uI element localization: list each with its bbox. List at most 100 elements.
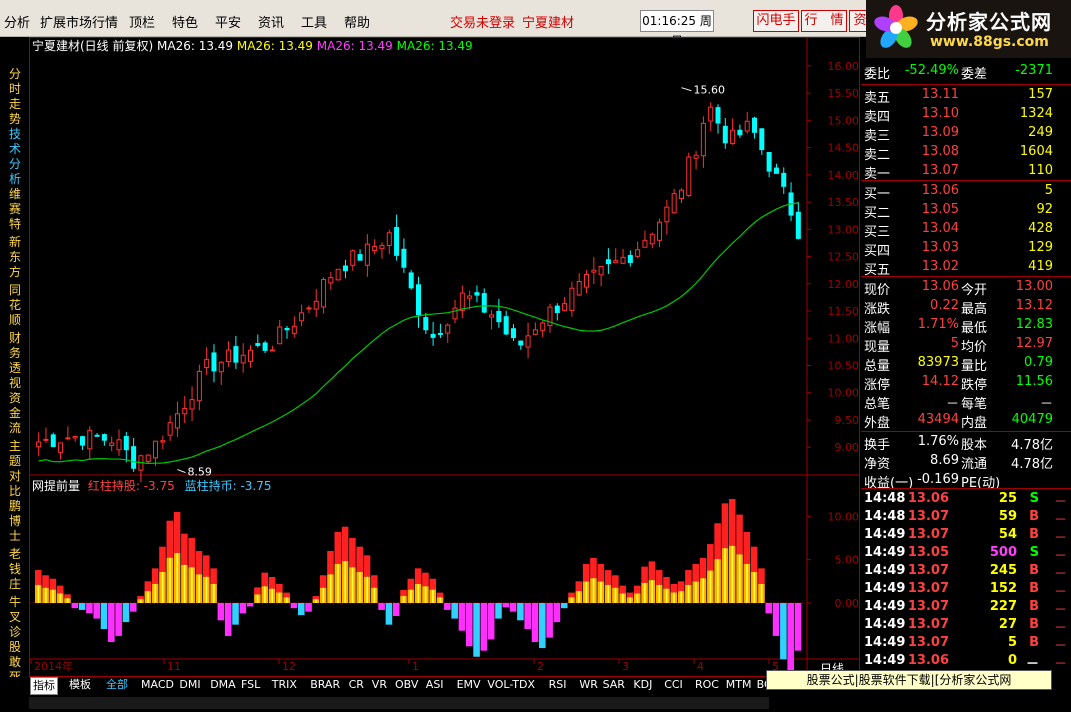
menu-pingan[interactable]: 平安	[215, 12, 241, 31]
candlestick	[693, 154, 699, 159]
indicator-tab-wr[interactable]: WR	[579, 677, 598, 693]
tick-price: 13.07	[907, 635, 949, 650]
candlestick	[233, 346, 239, 363]
tab-xindongfang[interactable]: 新东方	[4, 235, 26, 280]
indicator-bar-highlight	[753, 572, 756, 603]
tick-row: 14:49 13.05 500 S －	[861, 545, 1069, 564]
candlestick	[620, 256, 626, 264]
indicator-tab-macd[interactable]: MACD	[141, 677, 174, 693]
stat-row: 现价 13.06 今开 13.00	[861, 279, 1069, 298]
fund-value: -0.169	[917, 472, 959, 487]
indicator-bar-negative	[378, 603, 385, 610]
tab-niucha[interactable]: 牛叉诊股	[4, 595, 26, 655]
menu-topbar[interactable]: 顶栏	[129, 12, 155, 31]
price-tick-label: 12.00	[828, 278, 860, 291]
buy-row: 买二 13.05 92	[861, 202, 1069, 221]
indicator-tab-rsi[interactable]: RSI	[549, 677, 567, 693]
indicator-tab-brar[interactable]: BRAR	[310, 677, 340, 693]
chart-canvas[interactable]: 16.0015.5015.0014.5014.0013.5013.0012.50…	[29, 37, 860, 677]
stat-value: 0.79	[1024, 355, 1053, 370]
indicator-tab-dmi[interactable]: DMI	[179, 677, 200, 693]
menu-tools[interactable]: 工具	[301, 12, 327, 31]
tab-theme-compare[interactable]: 主题对比	[4, 439, 26, 499]
menu-ext-market[interactable]: 扩展市场行情	[40, 12, 118, 31]
tab-finance[interactable]: 财务透视	[4, 331, 26, 391]
indicator-bar-negative	[71, 603, 79, 609]
indicator-bar-red	[648, 561, 656, 581]
chart-area[interactable]: 16.00 15.50 15.00 14.50 14.00 13.50 13.00 12.50…	[29, 37, 860, 677]
flash-trade-button[interactable]: 闪电手	[753, 10, 799, 32]
candlestick	[518, 340, 524, 346]
tab-pengboshi[interactable]: 鹏博士	[4, 499, 26, 544]
menu-analysis[interactable]: 分析	[4, 12, 30, 31]
indicator-tab-trix[interactable]: TRIX	[272, 677, 297, 693]
indicator-bar-red	[371, 575, 378, 588]
tab-tonghuashun[interactable]: 同花顺	[4, 283, 26, 328]
indicator-bar-negative	[444, 603, 451, 610]
indicator-bar-highlight	[59, 593, 62, 603]
candlestick	[467, 295, 473, 299]
indicator-tab-fsl[interactable]: FSL	[241, 677, 260, 693]
tick-volume: 152	[989, 581, 1017, 596]
candlestick	[262, 342, 268, 351]
indicator-bar-negative	[217, 603, 225, 621]
indicator-tab-模板[interactable]: 模板	[67, 677, 93, 693]
indicator-tab-asi[interactable]: ASI	[426, 677, 444, 693]
menu-special[interactable]: 特色	[172, 12, 198, 31]
indicator-tab-cci[interactable]: CCI	[664, 677, 683, 693]
indicator-bar-highlight	[191, 567, 193, 603]
ad-banner[interactable]: 股票公式|股票软件下载|[分析家公式网www.88gs.com]	[766, 670, 1052, 705]
indicator-bar-red	[612, 575, 619, 588]
candlestick	[247, 349, 253, 362]
indicator-tab-指标[interactable]: 指标	[30, 677, 58, 695]
horizontal-scrollbar[interactable]	[29, 697, 769, 709]
indicator-bar-highlight	[66, 598, 69, 603]
menu-news[interactable]: 资讯	[258, 12, 284, 31]
indicator-bar-highlight	[373, 587, 376, 603]
price-tick-label: 11.50	[828, 305, 860, 318]
indicator-bar-red	[42, 575, 49, 588]
indicator-tab-dma[interactable]: DMA	[210, 677, 236, 693]
indicator-tab-emv[interactable]: EMV	[457, 677, 481, 693]
tab-laoqianzhuang[interactable]: 老钱庄	[4, 547, 26, 592]
sell-volume: 1324	[1019, 106, 1053, 121]
indicator-tab-kdj[interactable]: KDJ	[633, 677, 652, 693]
high-marker	[681, 87, 692, 92]
indicator-tab-cr[interactable]: CR	[349, 677, 364, 693]
candlestick	[503, 316, 509, 335]
indicator-bar-negative	[224, 603, 232, 636]
indicator-tab-sar[interactable]: SAR	[603, 677, 625, 693]
indicator-tab-vr[interactable]: VR	[372, 677, 387, 693]
tab-technical[interactable]: 技术分析	[4, 127, 26, 187]
indicator-bar-negative	[93, 603, 101, 619]
candlestick	[591, 269, 597, 273]
indicator-bar-negative	[232, 603, 239, 625]
stat-value: 11.56	[1015, 374, 1053, 389]
indicator-tab-全部[interactable]: 全部	[104, 677, 130, 693]
candlestick	[576, 280, 582, 296]
indicator-tab-mtm[interactable]: MTM	[726, 677, 752, 693]
red-bar-label: 红柱持股: -3.75	[87, 479, 175, 493]
quote-button[interactable]: 行 情	[801, 10, 847, 32]
candlestick	[737, 129, 743, 136]
login-status[interactable]: 交易未登录	[450, 12, 515, 31]
candlestick	[678, 189, 684, 200]
indicator-bar-highlight	[169, 557, 171, 603]
indicator-bar-highlight	[760, 583, 763, 603]
tab-intraday[interactable]: 分时走势	[4, 67, 26, 127]
indicator-bar-negative	[780, 603, 787, 660]
indicator-bar-negative	[451, 603, 458, 619]
stat-value: 43494	[917, 412, 959, 427]
indicator-tab-vol-tdx[interactable]: VOL-TDX	[487, 677, 535, 693]
stat-value: 5	[950, 336, 959, 351]
site-logo: 分析家公式网 www.88gs.com	[866, 0, 1071, 58]
indicator-bar-negative	[794, 603, 802, 651]
indicator-bar-red	[750, 546, 758, 573]
tab-capital-flow[interactable]: 资金流	[4, 391, 26, 436]
indicator-tab-roc[interactable]: ROC	[695, 677, 719, 693]
stat-label: 今开	[961, 283, 988, 298]
candlestick	[328, 277, 334, 284]
tab-weisaite[interactable]: 维赛特	[4, 187, 26, 232]
indicator-tab-obv[interactable]: OBV	[395, 677, 418, 693]
menu-help[interactable]: 帮助	[344, 12, 370, 31]
